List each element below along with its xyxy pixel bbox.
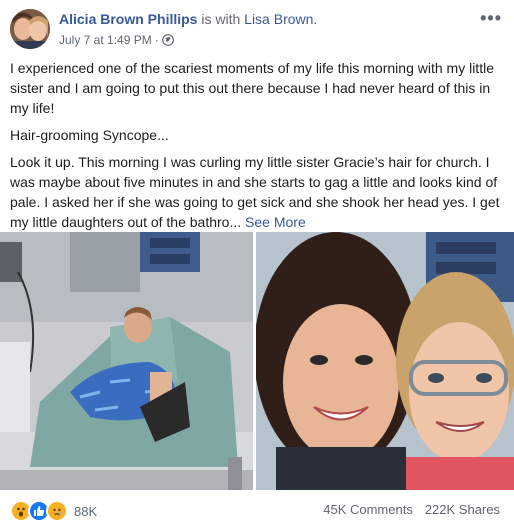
reaction-count: 88K — [74, 503, 98, 519]
more-options-icon[interactable]: ••• — [480, 8, 502, 29]
tagged-person[interactable]: Lisa Brown. — [244, 11, 317, 27]
post-paragraph: Look it up. This morning I was curling m… — [10, 152, 504, 232]
post-meta: July 7 at 1:49 PM · — [59, 33, 174, 47]
with-text: is with — [201, 11, 241, 27]
reactions-summary[interactable]: 88K — [10, 500, 97, 522]
post-stats: 45K Comments 222K Shares — [323, 502, 500, 517]
post-paragraph: Hair-grooming Syncope... — [10, 127, 169, 143]
facebook-post: Alicia Brown Phillips is with Lisa Brown… — [0, 0, 514, 527]
selfie-photo[interactable] — [256, 232, 514, 490]
globe-icon[interactable] — [161, 34, 174, 46]
post-author-line: Alicia Brown Phillips is with Lisa Brown… — [59, 11, 317, 27]
shares-count[interactable]: 222K Shares — [425, 502, 500, 517]
post-paragraph: I experienced one of the scariest moment… — [10, 60, 494, 116]
post-timestamp[interactable]: July 7 at 1:49 PM — [59, 33, 152, 47]
author-name[interactable]: Alicia Brown Phillips — [59, 11, 197, 27]
see-more-link[interactable]: See More — [245, 214, 306, 230]
photo-grid — [0, 232, 514, 490]
comments-count[interactable]: 45K Comments — [323, 502, 413, 517]
hospital-bed-photo[interactable] — [0, 232, 253, 490]
post-text: I experienced one of the scariest moment… — [10, 58, 504, 239]
meta-separator: · — [154, 33, 159, 47]
post-footer: 88K 45K Comments 222K Shares — [0, 493, 514, 527]
author-avatar[interactable] — [10, 9, 50, 49]
sad-reaction-icon — [46, 500, 68, 522]
post-header: Alicia Brown Phillips is with Lisa Brown… — [0, 0, 514, 52]
